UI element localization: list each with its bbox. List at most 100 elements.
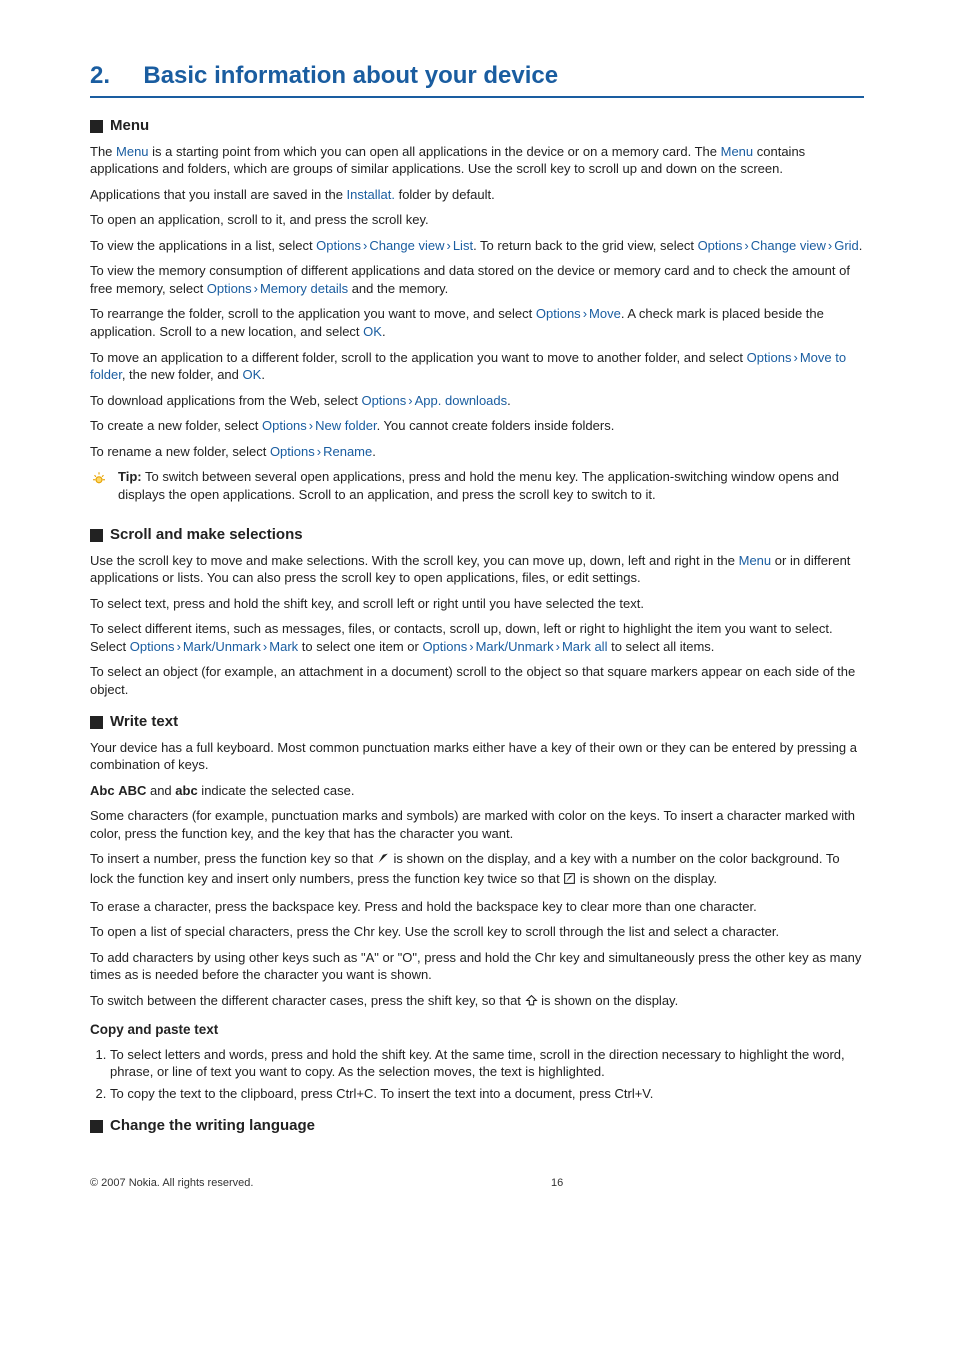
- link-options[interactable]: Options: [316, 238, 361, 253]
- section-heading-change-lang: Change the writing language: [90, 1116, 864, 1136]
- footer-copyright: © 2007 Nokia. All rights reserved.: [90, 1176, 253, 1191]
- link-mark[interactable]: Mark: [269, 639, 298, 654]
- tip-label: Tip:: [118, 469, 142, 484]
- square-bullet-icon: [90, 529, 103, 542]
- section-change-language: Change the writing language: [90, 1116, 864, 1136]
- link-mark-unmark[interactable]: Mark/Unmark: [183, 639, 261, 654]
- list-item: To copy the text to the clipboard, press…: [110, 1085, 864, 1103]
- link-list[interactable]: List: [453, 238, 473, 253]
- body-text: To view the applications in a list, sele…: [90, 237, 864, 255]
- link-mark-unmark[interactable]: Mark/Unmark: [476, 639, 554, 654]
- link-options[interactable]: Options: [536, 306, 581, 321]
- ordered-list-copy: To select letters and words, press and h…: [90, 1046, 864, 1103]
- case-indicator-abclower: abc: [175, 783, 197, 798]
- link-rename[interactable]: Rename: [323, 444, 372, 459]
- chevron-icon: ›: [315, 444, 323, 459]
- body-text: Use the scroll key to move and make sele…: [90, 552, 864, 587]
- link-menu[interactable]: Menu: [739, 553, 772, 568]
- body-text: To move an application to a different fo…: [90, 349, 864, 384]
- chevron-icon: ›: [791, 350, 799, 365]
- section-heading-text: Scroll and make selections: [110, 525, 303, 545]
- function-key-lock-icon: [563, 872, 576, 890]
- body-text: To view the memory consumption of differ…: [90, 262, 864, 297]
- body-text: Your device has a full keyboard. Most co…: [90, 739, 864, 774]
- chevron-icon: ›: [467, 639, 475, 654]
- link-options[interactable]: Options: [270, 444, 315, 459]
- chapter-number: 2.: [90, 62, 110, 89]
- case-indicator-abc: Abc: [90, 783, 115, 798]
- section-heading-write: Write text: [90, 712, 864, 732]
- link-options[interactable]: Options: [747, 350, 792, 365]
- section-heading-menu: Menu: [90, 116, 864, 136]
- link-change-view[interactable]: Change view: [751, 238, 826, 253]
- body-text: To select an object (for example, an att…: [90, 663, 864, 698]
- link-menu[interactable]: Menu: [721, 144, 754, 159]
- section-heading-text: Menu: [110, 116, 149, 136]
- body-text: To select text, press and hold the shift…: [90, 595, 864, 613]
- link-options[interactable]: Options: [262, 418, 307, 433]
- list-item: To select letters and words, press and h…: [110, 1046, 864, 1081]
- body-text: To switch between the different characte…: [90, 992, 864, 1012]
- square-bullet-icon: [90, 120, 103, 133]
- chevron-icon: ›: [444, 238, 452, 253]
- chevron-icon: ›: [581, 306, 589, 321]
- subsection-heading-copy: Copy and paste text: [90, 1021, 864, 1039]
- body-text: Abc ABC and abc indicate the selected ca…: [90, 782, 864, 800]
- case-indicator-abcupper: ABC: [118, 783, 146, 798]
- body-text: To add characters by using other keys su…: [90, 949, 864, 984]
- body-text: Applications that you install are saved …: [90, 186, 864, 204]
- link-options[interactable]: Options: [422, 639, 467, 654]
- body-text: To rearrange the folder, scroll to the a…: [90, 305, 864, 340]
- chevron-icon: ›: [307, 418, 315, 433]
- function-key-arrow-icon: [377, 852, 390, 870]
- body-text: Some characters (for example, punctuatio…: [90, 807, 864, 842]
- chevron-icon: ›: [261, 639, 269, 654]
- shift-up-arrow-icon: [525, 994, 538, 1012]
- body-text: To insert a number, press the function k…: [90, 850, 864, 889]
- body-text: The Menu is a starting point from which …: [90, 143, 864, 178]
- section-heading-text: Change the writing language: [110, 1116, 315, 1136]
- link-new-folder[interactable]: New folder: [315, 418, 376, 433]
- link-options[interactable]: Options: [207, 281, 252, 296]
- section-write-text: Write text Your device has a full keyboa…: [90, 712, 864, 1102]
- link-options[interactable]: Options: [698, 238, 743, 253]
- chevron-icon: ›: [252, 281, 260, 296]
- body-text: To open a list of special characters, pr…: [90, 923, 864, 941]
- tip-block: Tip: To switch between several open appl…: [90, 468, 864, 511]
- body-text: To open an application, scroll to it, an…: [90, 211, 864, 229]
- body-text: To download applications from the Web, s…: [90, 392, 864, 410]
- link-move[interactable]: Move: [589, 306, 621, 321]
- link-change-view[interactable]: Change view: [369, 238, 444, 253]
- link-options[interactable]: Options: [130, 639, 175, 654]
- body-text: To select different items, such as messa…: [90, 620, 864, 655]
- section-scroll: Scroll and make selections Use the scrol…: [90, 525, 864, 698]
- link-mark-all[interactable]: Mark all: [562, 639, 608, 654]
- body-text: To erase a character, press the backspac…: [90, 898, 864, 916]
- link-ok[interactable]: OK: [243, 367, 262, 382]
- chevron-icon: ›: [742, 238, 750, 253]
- section-heading-text: Write text: [110, 712, 178, 732]
- link-grid[interactable]: Grid: [834, 238, 859, 253]
- chevron-icon: ›: [175, 639, 183, 654]
- link-ok[interactable]: OK: [363, 324, 382, 339]
- chapter-name: Basic information about your device: [143, 62, 558, 89]
- link-app-downloads[interactable]: App. downloads: [415, 393, 508, 408]
- chapter-title: 2. Basic information about your device: [90, 60, 864, 98]
- body-text: To rename a new folder, select Options›R…: [90, 443, 864, 461]
- square-bullet-icon: [90, 1120, 103, 1133]
- tip-lightbulb-icon: [90, 468, 108, 488]
- chevron-icon: ›: [554, 639, 562, 654]
- link-menu[interactable]: Menu: [116, 144, 149, 159]
- footer-page-number: 16: [253, 1176, 861, 1191]
- page-footer: © 2007 Nokia. All rights reserved. 16 .: [90, 1176, 864, 1191]
- tip-text: Tip: To switch between several open appl…: [118, 468, 864, 503]
- link-options[interactable]: Options: [361, 393, 406, 408]
- chevron-icon: ›: [406, 393, 414, 408]
- section-menu: Menu The Menu is a starting point from w…: [90, 116, 864, 511]
- body-text: To create a new folder, select Options›N…: [90, 417, 864, 435]
- link-memory-details[interactable]: Memory details: [260, 281, 348, 296]
- chevron-icon: ›: [826, 238, 834, 253]
- link-installat[interactable]: Installat.: [347, 187, 395, 202]
- square-bullet-icon: [90, 716, 103, 729]
- section-heading-scroll: Scroll and make selections: [90, 525, 864, 545]
